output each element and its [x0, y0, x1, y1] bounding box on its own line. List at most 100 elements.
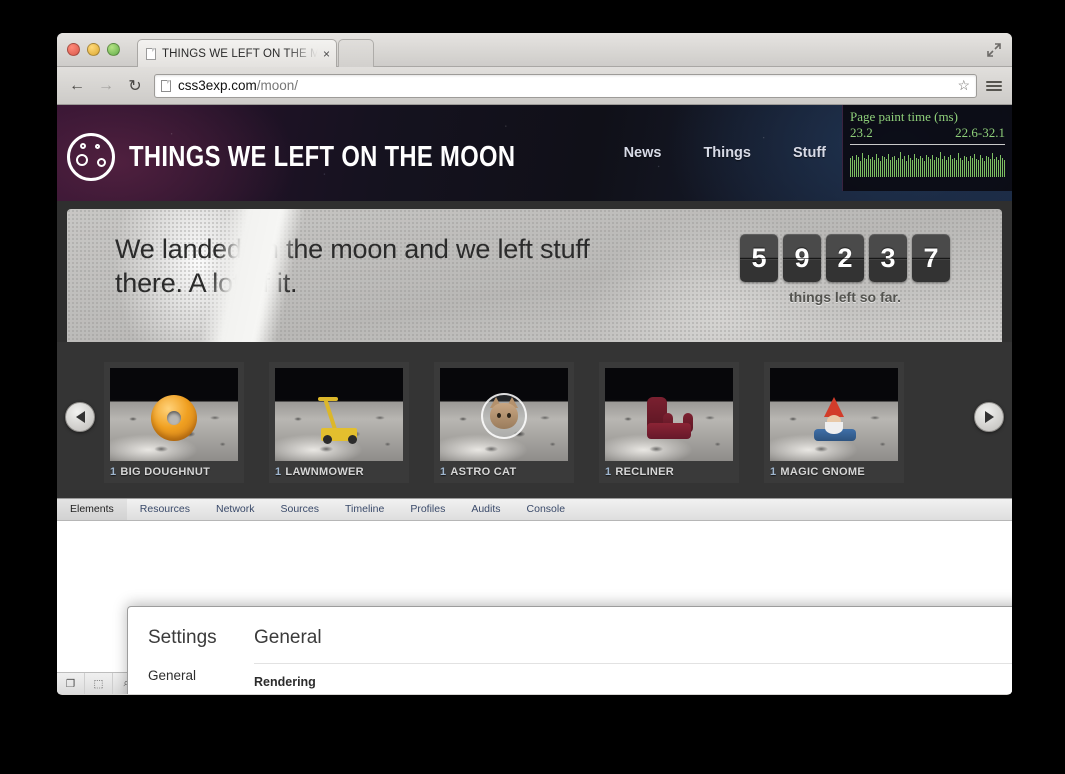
carousel-cards: 1 BIG DOUGHNUT 1 LAWNMOWER 1 ASTRO CAT 1… — [104, 362, 965, 483]
devtools-tab-console[interactable]: Console — [514, 499, 579, 520]
inspect-element-icon[interactable]: ❐ — [57, 673, 85, 694]
browser-toolbar: ← → ↻ css3exp.com/moon/ ☆ — [57, 67, 1012, 105]
paint-graph-bar — [964, 155, 965, 177]
paint-graph-bar — [944, 156, 945, 177]
paint-graph-bar — [882, 156, 883, 177]
thing-card[interactable]: 1 LAWNMOWER — [269, 362, 409, 483]
paint-graph-bar — [856, 154, 857, 177]
devtools-tab-elements[interactable]: Elements — [57, 499, 127, 520]
paint-graph-bar — [990, 158, 991, 177]
paint-graph-bar — [932, 154, 933, 177]
paint-current-value: 23.2 — [850, 125, 873, 140]
thing-label: RECLINER — [615, 466, 675, 478]
paint-graph-bar — [958, 153, 959, 177]
close-window-button[interactable] — [67, 43, 80, 56]
paint-graph-bar — [868, 155, 869, 177]
paint-graph-bar — [982, 157, 983, 177]
paint-graph-bar — [896, 160, 897, 177]
paint-graph-bar — [918, 159, 919, 177]
paint-graph-bar — [960, 158, 961, 177]
thing-quantity: 1 — [605, 466, 612, 478]
thing-card[interactable]: 1 RECLINER — [599, 362, 739, 483]
nav-item-news[interactable]: News — [624, 145, 662, 161]
thing-caption: 1 MAGIC GNOME — [770, 461, 898, 483]
thing-quantity: 1 — [275, 466, 282, 478]
paint-graph-bar — [936, 157, 937, 177]
paint-graph-bar — [912, 159, 913, 177]
settings-tab-overrides[interactable]: Overrides — [148, 688, 254, 694]
devtools-tab-profiles[interactable]: Profiles — [397, 499, 458, 520]
thing-card[interactable]: 1 BIG DOUGHNUT — [104, 362, 244, 483]
reload-button[interactable]: ↻ — [125, 76, 145, 96]
minimize-window-button[interactable] — [87, 43, 100, 56]
paint-graph-bar — [876, 154, 877, 177]
new-tab-button[interactable] — [338, 39, 374, 67]
carousel-prev-button[interactable] — [65, 402, 95, 432]
browser-tab[interactable]: THINGS WE LEFT ON THE M × — [137, 39, 337, 67]
browser-window: THINGS WE LEFT ON THE M × ← → ↻ css3exp.… — [57, 33, 1012, 695]
thing-thumbnail — [770, 368, 898, 461]
paint-graph-bar — [956, 159, 957, 177]
paint-graph-bar — [890, 159, 891, 177]
url-path: /moon/ — [256, 78, 299, 93]
paint-graph-bar — [966, 157, 967, 177]
thing-caption: 1 LAWNMOWER — [275, 461, 403, 483]
rendering-section-title: Rendering — [254, 675, 316, 689]
paint-time-graph — [850, 147, 1005, 177]
paint-graph-bar — [854, 159, 855, 177]
carousel-next-button[interactable] — [974, 402, 1004, 432]
devtools-tab-network[interactable]: Network — [203, 499, 268, 520]
thing-card[interactable]: 1 MAGIC GNOME — [764, 362, 904, 483]
close-icon[interactable]: × — [321, 47, 330, 61]
paint-graph-bar — [892, 156, 893, 177]
paint-graph-bar — [954, 157, 955, 177]
paint-graph-bar — [924, 161, 925, 177]
thing-quantity: 1 — [440, 466, 447, 478]
settings-title: Settings — [148, 627, 217, 648]
devtools-tab-timeline[interactable]: Timeline — [332, 499, 397, 520]
address-bar[interactable]: css3exp.com/moon/ ☆ — [154, 73, 977, 98]
nav-item-things[interactable]: Things — [703, 145, 751, 161]
menu-icon[interactable] — [986, 80, 1002, 91]
paint-graph-bar — [872, 156, 873, 177]
counter-digit: 2 — [826, 234, 864, 282]
thing-label: BIG DOUGHNUT — [120, 466, 211, 478]
paint-graph-bar — [980, 155, 981, 177]
bookmark-star-icon[interactable]: ☆ — [957, 77, 970, 94]
settings-content: Rendering Show paint rectangles Show FPS… — [254, 663, 1012, 694]
settings-tab-general[interactable]: General — [148, 663, 254, 688]
paint-graph-bar — [930, 158, 931, 177]
paint-graph-bar — [946, 160, 947, 177]
devtools-tab-resources[interactable]: Resources — [127, 499, 203, 520]
devtools-tab-sources[interactable]: Sources — [268, 499, 333, 520]
paint-graph-bar — [968, 160, 969, 177]
paint-graph-bar — [962, 159, 963, 177]
thing-card[interactable]: 1 ASTRO CAT — [434, 362, 574, 483]
paint-graph-bar — [852, 156, 853, 177]
devtools-tabbar: Elements Resources Network Sources Timeline P… — [57, 499, 1012, 521]
paint-graph-bar — [934, 159, 935, 177]
zoom-window-button[interactable] — [107, 43, 120, 56]
thing-thumbnail — [275, 368, 403, 461]
thing-quantity: 1 — [110, 466, 117, 478]
paint-graph-bar — [974, 154, 975, 177]
thing-label: LAWNMOWER — [285, 466, 364, 478]
paint-graph-bar — [996, 157, 997, 177]
back-button[interactable]: ← — [67, 76, 87, 96]
dock-position-icon[interactable]: ⬚ — [85, 673, 113, 694]
paint-graph-bar — [984, 160, 985, 177]
forward-button[interactable]: → — [96, 76, 116, 96]
paint-graph-bar — [970, 156, 971, 177]
devtools-tab-audits[interactable]: Audits — [458, 499, 513, 520]
nav-item-stuff[interactable]: Stuff — [793, 145, 826, 161]
fullscreen-icon[interactable] — [984, 40, 1004, 60]
paint-widget-divider — [850, 144, 1005, 145]
site-brand[interactable]: THINGS WE LEFT ON THE MOON — [67, 133, 600, 181]
paint-graph-bar — [858, 157, 859, 177]
paint-graph-bar — [904, 156, 905, 177]
paint-graph-bar — [920, 156, 921, 177]
paint-graph-bar — [902, 159, 903, 177]
paint-graph-bar — [976, 159, 977, 177]
thing-carousel: 1 BIG DOUGHNUT 1 LAWNMOWER 1 ASTRO CAT 1… — [57, 342, 1012, 502]
thing-quantity: 1 — [770, 466, 777, 478]
